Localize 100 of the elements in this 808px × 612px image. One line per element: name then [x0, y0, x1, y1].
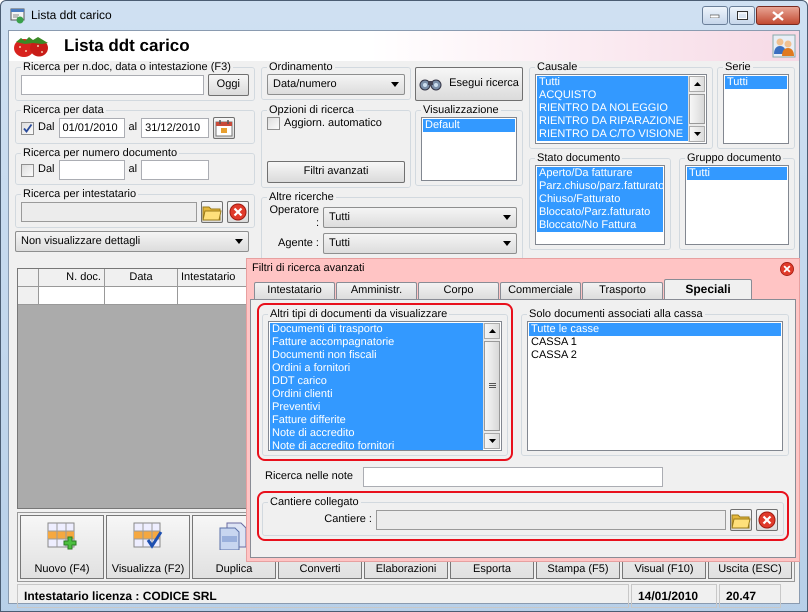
list-item[interactable]: Fatture differite — [270, 414, 483, 427]
list-box[interactable]: Documenti di trasporto Fatture accompagnatorie Documenti non fiscali Ordini a fornitori DDT carico Ordini clienti Preventivi Fatture differite Note di accredito Note di accredito fornitori — [268, 321, 502, 451]
list-item[interactable]: Note di accredito — [270, 427, 483, 440]
list-item[interactable]: Documenti non fiscali — [270, 349, 483, 362]
search-button[interactable]: Esegui ricerca — [415, 67, 523, 101]
app-icon — [10, 8, 26, 24]
input-field[interactable]: 01/01/2010 — [58, 118, 125, 138]
filters-button[interactable]: Filtri avanzati — [267, 161, 405, 183]
checkbox[interactable] — [21, 122, 34, 134]
group-title: Ricerca per intestatario — [22, 188, 138, 201]
list-item[interactable]: Tutte le casse — [529, 323, 781, 336]
list-item[interactable]: Default — [423, 119, 515, 132]
dropdown[interactable]: Tutti — [323, 233, 517, 254]
strawberry-icon — [12, 34, 50, 58]
list-box[interactable]: Tutti — [723, 74, 789, 144]
caret-icon — [503, 241, 511, 246]
checkbox[interactable] — [21, 164, 34, 176]
list-item[interactable]: CASSA 1 — [529, 336, 781, 349]
status-time: 20.47 — [719, 584, 781, 608]
scrollbar[interactable] — [483, 323, 500, 449]
close-button[interactable] — [756, 6, 800, 25]
group-title: Cantiere collegato — [269, 496, 360, 509]
toolbar-button[interactable]: Visualizza (F2) — [106, 515, 190, 579]
clear-button[interactable] — [756, 509, 778, 531]
toolbar-button[interactable]: Nuovo (F4) — [20, 515, 104, 579]
close-icon — [778, 260, 796, 278]
today-button[interactable]: Oggi — [208, 74, 249, 96]
list-item[interactable]: Ordini clienti — [270, 388, 483, 401]
page-title: Lista ddt carico — [64, 36, 190, 56]
dropdown[interactable]: Non visualizzare dettagli — [15, 231, 249, 252]
list-box[interactable]: Tutte le casse CASSA 1 CASSA 2 — [527, 321, 783, 451]
dropdown[interactable]: Tutti — [323, 206, 517, 228]
input-field[interactable] — [363, 467, 664, 487]
tab[interactable]: Commerciale — [500, 282, 581, 299]
list-item[interactable]: ACQUISTO — [537, 89, 688, 102]
caret-icon — [235, 239, 243, 244]
scroll-down-icon[interactable] — [488, 439, 496, 443]
checkbox-label: Aggiorn. automatico — [284, 117, 382, 130]
minimize-icon — [710, 14, 720, 18]
list-item[interactable]: Preventivi — [270, 401, 483, 414]
people-icon — [772, 34, 796, 58]
tab[interactable]: Intestatario — [254, 282, 335, 299]
tab[interactable]: Speciali — [664, 279, 752, 299]
list-item[interactable]: Ordini a fornitori — [270, 362, 483, 375]
browse-button[interactable] — [201, 201, 223, 223]
input-field[interactable] — [141, 160, 210, 180]
tab[interactable]: Corpo — [418, 282, 499, 299]
list-box[interactable]: Aperto/Da fatturare Parz.chiuso/parz.fatturato Chiuso/Fatturato Bloccato/Parz.fatturato Bloccato/No Fattura — [535, 165, 665, 245]
group-title: Ricerca per data — [22, 104, 105, 117]
group-title: Altre ricerche — [268, 191, 335, 204]
calendar-button[interactable] — [213, 117, 236, 139]
caret-icon — [391, 82, 399, 87]
dropdown[interactable]: Data/numero — [267, 74, 405, 95]
list-item[interactable]: Parz.chiuso/parz.fatturato — [537, 180, 663, 193]
group-title: Ricerca per n.doc, data o intestazione (F3) — [22, 61, 232, 74]
grid-plus-icon — [47, 522, 77, 550]
list-item[interactable]: Fatture accompagnatorie — [270, 336, 483, 349]
list-item[interactable]: RIENTRO DA C/TO VISIONE — [537, 128, 688, 141]
list-item[interactable]: RIENTRO DA NOLEGGIO — [537, 102, 688, 115]
group-title: Ordinamento — [268, 61, 334, 74]
list-item[interactable]: Aperto/Da fatturare — [537, 167, 663, 180]
list-box[interactable]: Default — [421, 117, 517, 181]
input-field[interactable] — [58, 160, 125, 180]
input-field[interactable]: 31/12/2010 — [141, 118, 210, 138]
input-field[interactable] — [21, 75, 204, 95]
column-header[interactable]: N. doc. — [39, 269, 105, 286]
status-date: 14/01/2010 — [631, 584, 717, 608]
binoculars-icon — [419, 77, 444, 91]
close-button[interactable] — [778, 260, 796, 278]
list-item[interactable]: Documenti di trasporto — [270, 323, 483, 336]
maximize-button[interactable] — [729, 6, 755, 25]
list-item[interactable]: Tutti — [687, 167, 787, 180]
grip-icon[interactable] — [488, 383, 496, 389]
list-item[interactable]: Tutti — [537, 76, 688, 89]
list-item[interactable]: Tutti — [725, 76, 787, 89]
document-icon — [219, 522, 249, 550]
list-item[interactable]: Bloccato/Parz.fatturato — [537, 206, 663, 219]
list-item[interactable]: RIENTRO DA RIPARAZIONE — [537, 115, 688, 128]
tab[interactable]: Trasporto — [582, 282, 663, 299]
caret-icon — [503, 214, 511, 220]
list-box[interactable]: Tutti ACQUISTO RIENTRO DA NOLEGGIO RIENTRO DA RIPARAZIONE RIENTRO DA C/TO VISIONE — [535, 74, 707, 144]
column-header[interactable]: Data — [105, 269, 178, 286]
list-item[interactable]: Chiuso/Fatturato — [537, 193, 663, 206]
group-title: Gruppo documento — [686, 152, 782, 165]
list-item[interactable]: DDT carico — [270, 375, 483, 388]
list-item[interactable]: Bloccato/No Fattura — [537, 219, 663, 232]
status-text: Intestatario licenza : CODICE SRL — [17, 584, 629, 608]
list-box[interactable]: Tutti — [685, 165, 789, 245]
tab[interactable]: Amministr. — [336, 282, 417, 299]
browse-button[interactable] — [730, 509, 752, 531]
list-item[interactable]: Note di accredito fornitori — [270, 440, 483, 450]
clear-button[interactable] — [227, 201, 249, 223]
scroll-up-icon[interactable] — [694, 82, 700, 86]
minimize-button[interactable] — [702, 6, 728, 25]
scrollbar[interactable] — [688, 76, 705, 142]
checkbox[interactable] — [267, 117, 280, 130]
list-item[interactable]: CASSA 2 — [529, 349, 781, 362]
field-label: Ricerca nelle note — [265, 470, 354, 484]
scroll-up-icon[interactable] — [488, 329, 496, 333]
scroll-down-icon[interactable] — [694, 132, 700, 136]
